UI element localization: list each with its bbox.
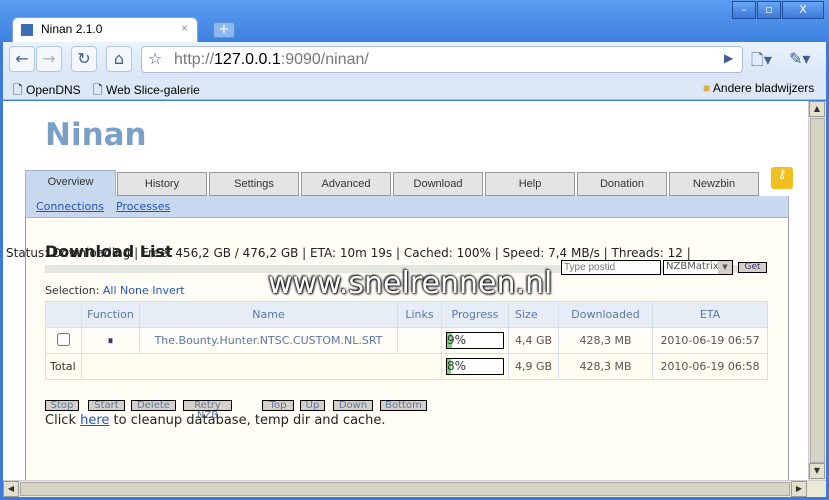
cleanup-text: Click here to cleanup database, temp dir…	[45, 413, 386, 428]
tab-advanced[interactable]: Advanced	[301, 172, 391, 196]
browser-tab[interactable]: Ninan 2.1.0 ×	[12, 17, 198, 43]
download-table: Function Name Links Progress Size Downlo…	[45, 301, 768, 380]
sub-navigation: Connections Processes	[25, 196, 789, 218]
scroll-up-icon[interactable]: ▲	[809, 101, 825, 117]
close-window-button[interactable]: X	[782, 1, 824, 19]
tab-newzbin[interactable]: Newzbin	[669, 172, 759, 196]
close-tab-icon[interactable]: ×	[181, 21, 188, 35]
col-downloaded: Downloaded	[558, 301, 653, 328]
source-select[interactable]: NZBMatrix ▼	[663, 260, 733, 275]
row-size: 4,4 GB	[508, 327, 559, 354]
col-function: Function	[81, 301, 140, 328]
tab-overview[interactable]: Overview	[25, 170, 116, 197]
top-button[interactable]: Top	[262, 400, 294, 411]
vertical-scrollbar[interactable]: ▲ ▼	[808, 101, 826, 480]
col-links: Links	[397, 301, 442, 328]
tab-history[interactable]: History	[117, 172, 207, 196]
minimize-button[interactable]: –	[732, 1, 756, 19]
bookmarks-bar: 🗋 OpenDNS 🗋 Web Slice-galerie ■ Andere b…	[3, 78, 826, 100]
page-menu-icon[interactable]: 🗋▾	[751, 49, 772, 76]
total-row: Total 8% 4,9 GB 428,3 MB 2010-06-19 06:5…	[45, 353, 768, 380]
url-host: 127.0.0.1	[214, 51, 281, 68]
row-checkbox[interactable]	[57, 332, 70, 346]
bottom-button[interactable]: Bottom	[380, 400, 427, 411]
maximize-button[interactable]: ▫	[757, 1, 781, 19]
col-name: Name	[139, 301, 398, 328]
delete-button[interactable]: Delete	[131, 400, 176, 411]
star-icon[interactable]: ☆	[148, 49, 162, 68]
scroll-right-icon[interactable]: ▶	[791, 481, 807, 497]
wrench-icon[interactable]: ✎▾	[789, 49, 810, 68]
total-eta: 2010-06-19 06:58	[652, 353, 768, 380]
col-eta: ETA	[652, 301, 768, 328]
scroll-left-icon[interactable]: ◀	[3, 481, 19, 497]
tab-download[interactable]: Download	[393, 172, 483, 196]
bookmark-opendns[interactable]: 🗋 OpenDNS	[13, 81, 81, 102]
scroll-down-icon[interactable]: ▼	[809, 463, 825, 479]
tab-title: Ninan 2.1.0	[41, 22, 103, 36]
col-size: Size	[508, 301, 559, 328]
tab-settings[interactable]: Settings	[209, 172, 299, 196]
total-progress-bar: 8%	[446, 358, 504, 375]
selection-controls: Selection: All None Invert	[45, 284, 185, 297]
start-button[interactable]: Start	[88, 400, 125, 411]
scroll-thumb[interactable]	[810, 118, 825, 463]
key-icon[interactable]: ⚷	[771, 167, 793, 189]
forward-icon[interactable]: →	[36, 46, 62, 72]
download-list-heading: Download List	[45, 242, 173, 261]
url-path: :9090/ninan/	[280, 51, 369, 68]
col-progress: Progress	[441, 301, 509, 328]
row-links	[397, 327, 442, 354]
brand-logo: Ninan	[45, 117, 147, 153]
total-downloaded: 428,3 MB	[558, 353, 653, 380]
reload-icon[interactable]: ↻	[71, 46, 97, 72]
progress-bar: 9%	[446, 332, 504, 349]
select-invert-link[interactable]: Invert	[152, 284, 184, 297]
table-row: ⏸ The.Bounty.Hunter.NTSC.CUSTOM.NL.SRT 9…	[45, 327, 768, 354]
pause-icon[interactable]: ⏸	[108, 334, 114, 347]
cleanup-link[interactable]: here	[80, 413, 109, 428]
tab-donation[interactable]: Donation	[577, 172, 667, 196]
address-bar[interactable]: ☆ http://127.0.0.1:9090/ninan/ ▶	[141, 46, 743, 73]
select-none-link[interactable]: None	[120, 284, 149, 297]
watermark: www.snelrennen.nl	[268, 266, 553, 301]
go-icon[interactable]: ▶	[724, 51, 733, 65]
select-all-link[interactable]: All	[103, 284, 117, 297]
retry-nzb-button[interactable]: Retry NZB	[183, 400, 232, 421]
bookmark-web-slice[interactable]: 🗋 Web Slice-galerie	[93, 81, 200, 102]
row-downloaded: 428,3 MB	[558, 327, 653, 354]
row-eta: 2010-06-19 06:57	[652, 327, 768, 354]
total-size: 4,9 GB	[508, 353, 559, 380]
up-button[interactable]: Up	[300, 400, 325, 411]
stop-button[interactable]: Stop	[45, 400, 79, 411]
processes-link[interactable]: Processes	[116, 200, 170, 213]
chevron-down-icon[interactable]: ▼	[718, 261, 732, 274]
connections-link[interactable]: Connections	[36, 200, 104, 213]
postid-input[interactable]	[561, 260, 661, 275]
page-viewport: Ninan ● ⚷ Overview History Settings Adva…	[3, 101, 808, 480]
folder-icon: ■	[703, 81, 711, 95]
get-button[interactable]: Get	[738, 262, 767, 273]
browser-toolbar: ← → ↻ ⌂ ☆ http://127.0.0.1:9090/ninan/ ▶…	[3, 42, 826, 78]
other-bookmarks[interactable]: ■ Andere bladwijzers	[703, 81, 814, 95]
row-name[interactable]: The.Bounty.Hunter.NTSC.CUSTOM.NL.SRT	[139, 327, 398, 354]
hscroll-thumb[interactable]	[20, 482, 790, 496]
tab-help[interactable]: Help	[485, 172, 575, 196]
favicon-icon	[21, 24, 33, 36]
title-bar: – ▫ X Ninan 2.1.0 × +	[0, 0, 829, 43]
total-label: Total	[45, 353, 82, 380]
new-tab-button[interactable]: +	[213, 22, 235, 38]
horizontal-scrollbar[interactable]: ◀ ▶	[3, 480, 826, 497]
url-scheme: http://	[174, 51, 215, 68]
col-select	[45, 301, 82, 328]
down-button[interactable]: Down	[333, 400, 373, 411]
home-icon[interactable]: ⌂	[106, 46, 132, 72]
back-icon[interactable]: ←	[9, 46, 35, 72]
